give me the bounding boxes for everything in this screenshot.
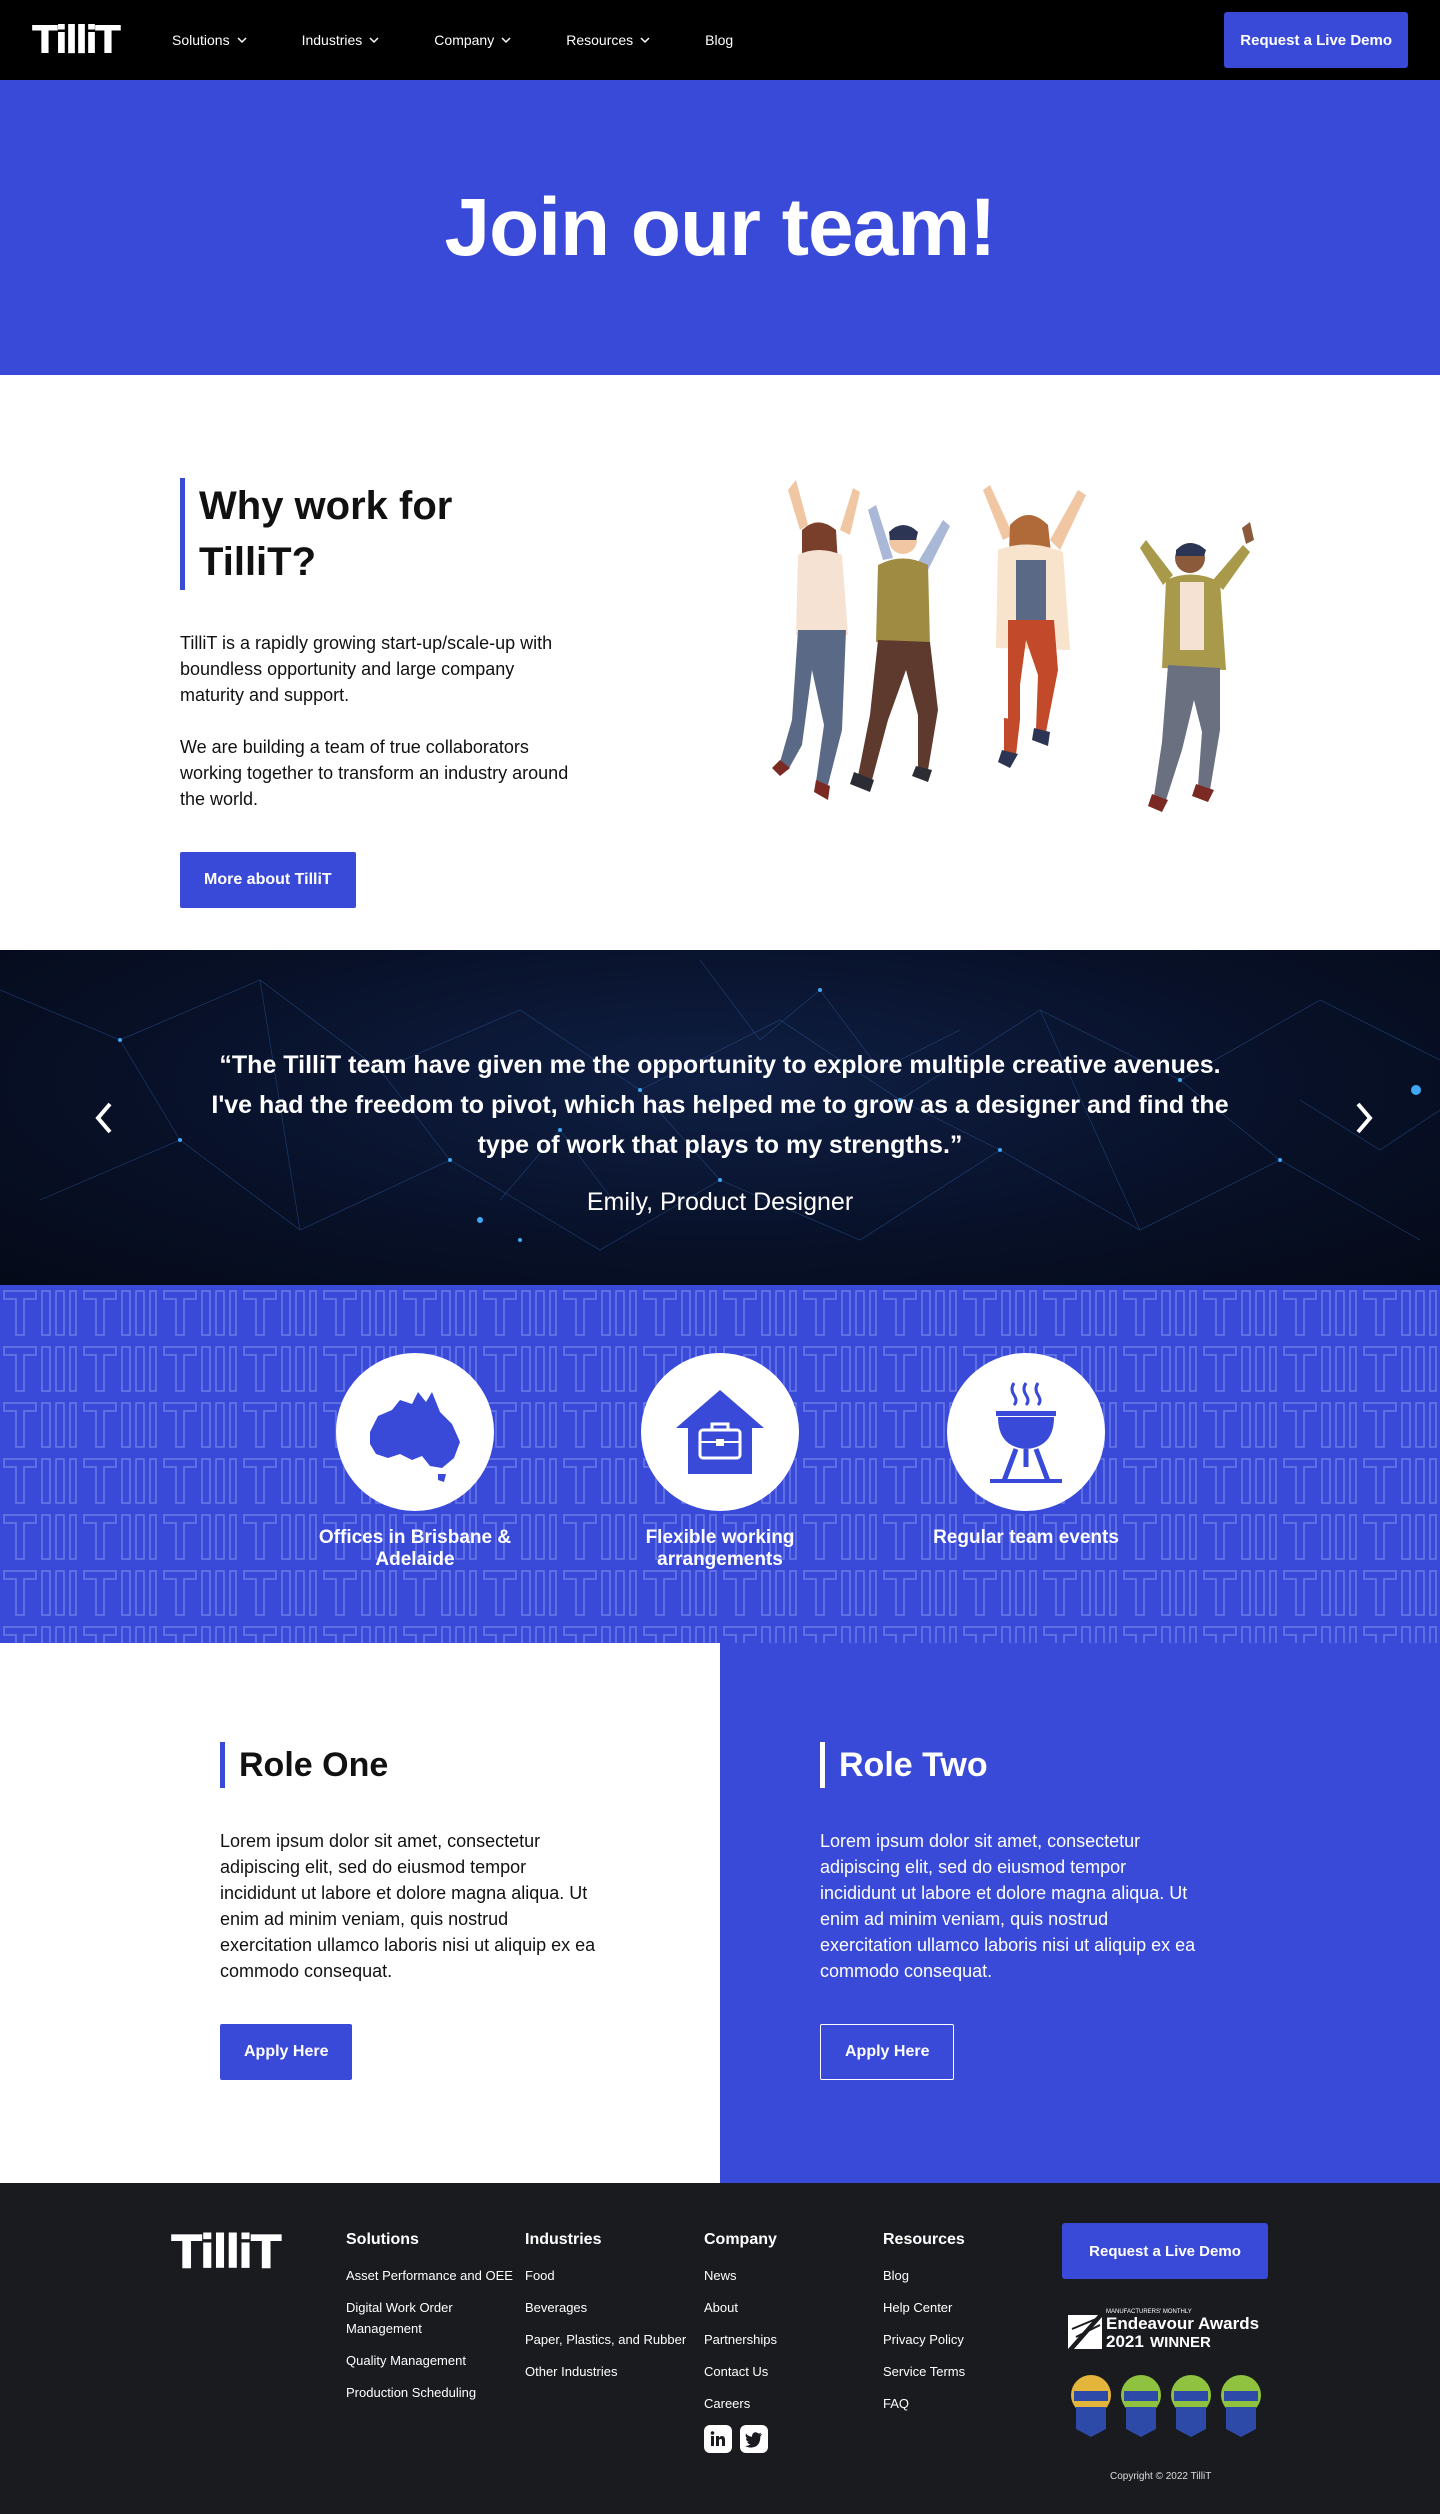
benefit-offices: Offices in Brisbane & Adelaide <box>305 1353 525 1571</box>
chevron-down-icon <box>369 37 379 44</box>
nav-item-label: Industries <box>301 32 363 48</box>
testimonial-quote: “The TilliT team have given me the oppor… <box>211 1051 1229 1159</box>
chevron-down-icon <box>640 37 650 44</box>
footer-link[interactable]: News <box>704 2265 874 2286</box>
nav-item-label: Solutions <box>172 32 230 48</box>
footer-link[interactable]: Contact Us <box>704 2361 874 2382</box>
bbq-grill-icon <box>990 1382 1062 1483</box>
more-about-button[interactable]: More about TilliT <box>180 852 356 908</box>
previous-slide-arrow-icon[interactable] <box>90 1098 120 1138</box>
apply-button[interactable]: Apply Here <box>820 2024 955 2080</box>
page-title: Join our team! <box>444 181 997 273</box>
linkedin-icon[interactable] <box>704 2425 732 2453</box>
person-figure <box>850 505 950 792</box>
benefit-events: Regular team events <box>916 1353 1136 1549</box>
social-links <box>704 2425 874 2453</box>
footer-link[interactable]: Help Center <box>883 2297 1053 2318</box>
benefits-section: Offices in Brisbane & Adelaide Flexible … <box>0 1285 1440 1643</box>
nav-item-resources[interactable]: Resources <box>566 32 651 48</box>
role-title: Role One <box>220 1742 600 1788</box>
twitter-icon[interactable] <box>740 2425 768 2453</box>
footer-link[interactable]: Digital Work Order Management <box>346 2297 516 2339</box>
benefit-label: Regular team events <box>933 1527 1119 1548</box>
footer-request-demo-button[interactable]: Request a Live Demo <box>1062 2223 1268 2279</box>
team-celebration-illustration <box>772 480 1254 812</box>
person-figure <box>1140 522 1254 812</box>
endeavour-award-logo: MANUFACTURERS' MONTHLY Endeavour Awards … <box>1066 2305 1266 2356</box>
benefit-flexible: Flexible working arrangements <box>610 1353 830 1571</box>
award-name: Endeavour Awards <box>1106 2314 1259 2333</box>
footer-column-title: Company <box>704 2231 777 2248</box>
nav-item-label: Blog <box>705 32 734 48</box>
request-demo-button[interactable]: Request a Live Demo <box>1224 12 1408 68</box>
nav-menu: Solutions Industries Company Resources B… <box>172 32 787 48</box>
nav-item-solutions[interactable]: Solutions <box>172 32 248 48</box>
footer-link[interactable]: Beverages <box>525 2297 695 2318</box>
why-paragraph: TilliT is a rapidly growing start-up/sca… <box>180 633 553 705</box>
top-rated-badge-icon <box>1121 2375 1161 2437</box>
footer-link[interactable]: Privacy Policy <box>883 2329 1053 2350</box>
why-heading: Why work for TilliT? <box>180 478 580 590</box>
copyright-text: Copyright © 2022 TilliT <box>1110 2471 1212 2482</box>
footer-link[interactable]: About <box>704 2297 874 2318</box>
chevron-down-icon <box>501 37 511 44</box>
top-nav: TilliT Solutions Industries Company Reso… <box>0 0 1440 80</box>
nav-item-company[interactable]: Company <box>434 32 512 48</box>
top-rated-badge-icon <box>1171 2375 1211 2437</box>
australia-map-icon <box>370 1392 460 1482</box>
footer-link[interactable]: Partnerships <box>704 2329 874 2350</box>
footer-column-title: Industries <box>525 2231 602 2248</box>
site-footer: TilliT Solutions Asset Performance and O… <box>0 2183 1440 2514</box>
footer-column-resources: Resources Blog Help Center Privacy Polic… <box>883 2231 1053 2425</box>
role-description: Lorem ipsum dolor sit amet, consectetur … <box>220 1831 596 1981</box>
gold-medal-badge-icon <box>1071 2375 1111 2437</box>
footer-column-industries: Industries Food Beverages Paper, Plastic… <box>525 2231 695 2393</box>
award-suffix: WINNER <box>1150 2334 1211 2351</box>
testimonial-author: Emily, Product Designer <box>586 1188 854 1216</box>
footer-link[interactable]: Careers <box>704 2393 874 2414</box>
hero-banner: Join our team! <box>0 80 1440 375</box>
footer-link[interactable]: Blog <box>883 2265 1053 2286</box>
benefit-label: Flexible working arrangements <box>645 1527 795 1570</box>
footer-link[interactable]: Asset Performance and OEE <box>346 2265 516 2286</box>
footer-column-solutions: Solutions Asset Performance and OEE Digi… <box>346 2231 516 2414</box>
footer-link[interactable]: FAQ <box>883 2393 1053 2414</box>
next-slide-arrow-icon[interactable] <box>1348 1098 1378 1138</box>
footer-column-title: Resources <box>883 2231 965 2248</box>
role-card-two: Role Two Lorem ipsum dolor sit amet, con… <box>720 1643 1440 2183</box>
footer-column-title: Solutions <box>346 2231 419 2248</box>
person-figure <box>772 480 860 800</box>
nav-item-label: Company <box>434 32 495 48</box>
footer-link[interactable]: Service Terms <box>883 2361 1053 2382</box>
role-card-one: Role One Lorem ipsum dolor sit amet, con… <box>0 1643 720 2183</box>
footer-link[interactable]: Paper, Plastics, and Rubber <box>525 2329 695 2350</box>
software-review-badges <box>1068 2373 1264 2439</box>
apply-button[interactable]: Apply Here <box>220 2024 353 2080</box>
roles-section: Role One Lorem ipsum dolor sit amet, con… <box>0 1643 1440 2183</box>
footer-link[interactable]: Quality Management <box>346 2350 516 2371</box>
role-title: Role Two <box>820 1742 1200 1788</box>
award-year: 2021 <box>1106 2332 1144 2351</box>
benefit-label: Offices in Brisbane & Adelaide <box>318 1527 512 1570</box>
why-paragraph: We are building a team of true collabora… <box>180 737 569 809</box>
footer-link[interactable]: Food <box>525 2265 695 2286</box>
why-section: Why work for TilliT? TilliT is a rapidly… <box>0 375 1440 950</box>
footer-column-company: Company News About Partnerships Contact … <box>704 2231 874 2453</box>
nav-item-industries[interactable]: Industries <box>302 32 381 48</box>
footer-link[interactable]: Production Scheduling <box>346 2382 516 2403</box>
person-figure <box>983 485 1086 768</box>
footer-link[interactable]: Other Industries <box>525 2361 695 2382</box>
footer-logo[interactable]: TilliT <box>171 2225 282 2279</box>
tillit-logo[interactable]: TilliT <box>32 21 121 59</box>
top-rated-badge-icon <box>1221 2375 1261 2437</box>
nav-item-label: Resources <box>566 32 634 48</box>
house-briefcase-icon <box>676 1390 764 1474</box>
testimonial-carousel: “The TilliT team have given me the oppor… <box>0 950 1440 1285</box>
chevron-down-icon <box>237 37 247 44</box>
role-description: Lorem ipsum dolor sit amet, consectetur … <box>820 1831 1196 1981</box>
nav-item-blog[interactable]: Blog <box>705 32 733 48</box>
